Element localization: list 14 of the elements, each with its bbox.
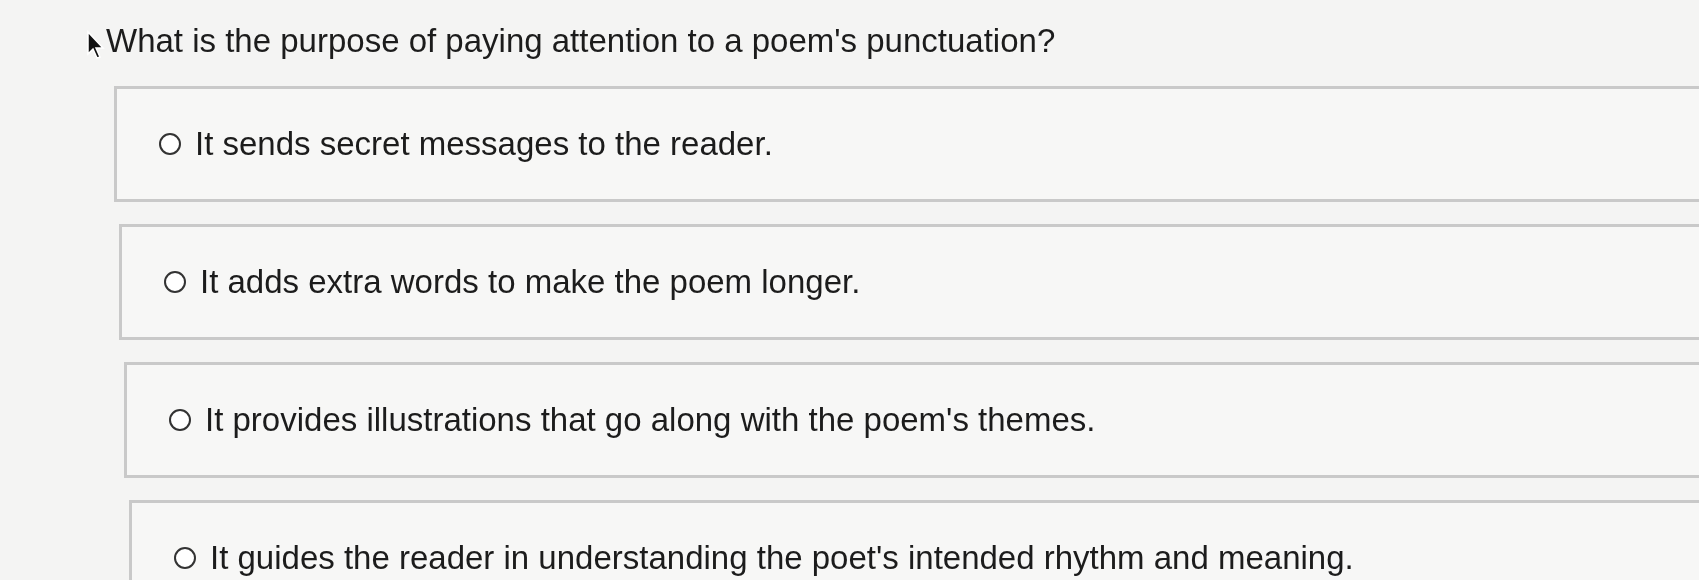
answer-option[interactable]: It guides the reader in understanding the poet's intended rhythm and meaning. <box>129 500 1699 580</box>
option-label: It guides the reader in understanding the poet's intended rhythm and meaning. <box>210 539 1354 577</box>
question-text: What is the purpose of paying attention to a poem's punctuation? <box>106 22 1056 59</box>
answer-option[interactable]: It sends secret messages to the reader. <box>114 86 1699 202</box>
answer-option[interactable]: It provides illustrations that go along with the poem's themes. <box>124 362 1699 478</box>
radio-button[interactable] <box>159 133 181 155</box>
option-label: It provides illustrations that go along with the poem's themes. <box>205 401 1096 439</box>
radio-button[interactable] <box>169 409 191 431</box>
radio-button[interactable] <box>164 271 186 293</box>
option-label: It sends secret messages to the reader. <box>195 125 773 163</box>
mouse-pointer-icon <box>86 30 106 60</box>
answer-option[interactable]: It adds extra words to make the poem longer. <box>119 224 1699 340</box>
option-label: It adds extra words to make the poem longer. <box>200 263 861 301</box>
radio-button[interactable] <box>174 547 196 569</box>
